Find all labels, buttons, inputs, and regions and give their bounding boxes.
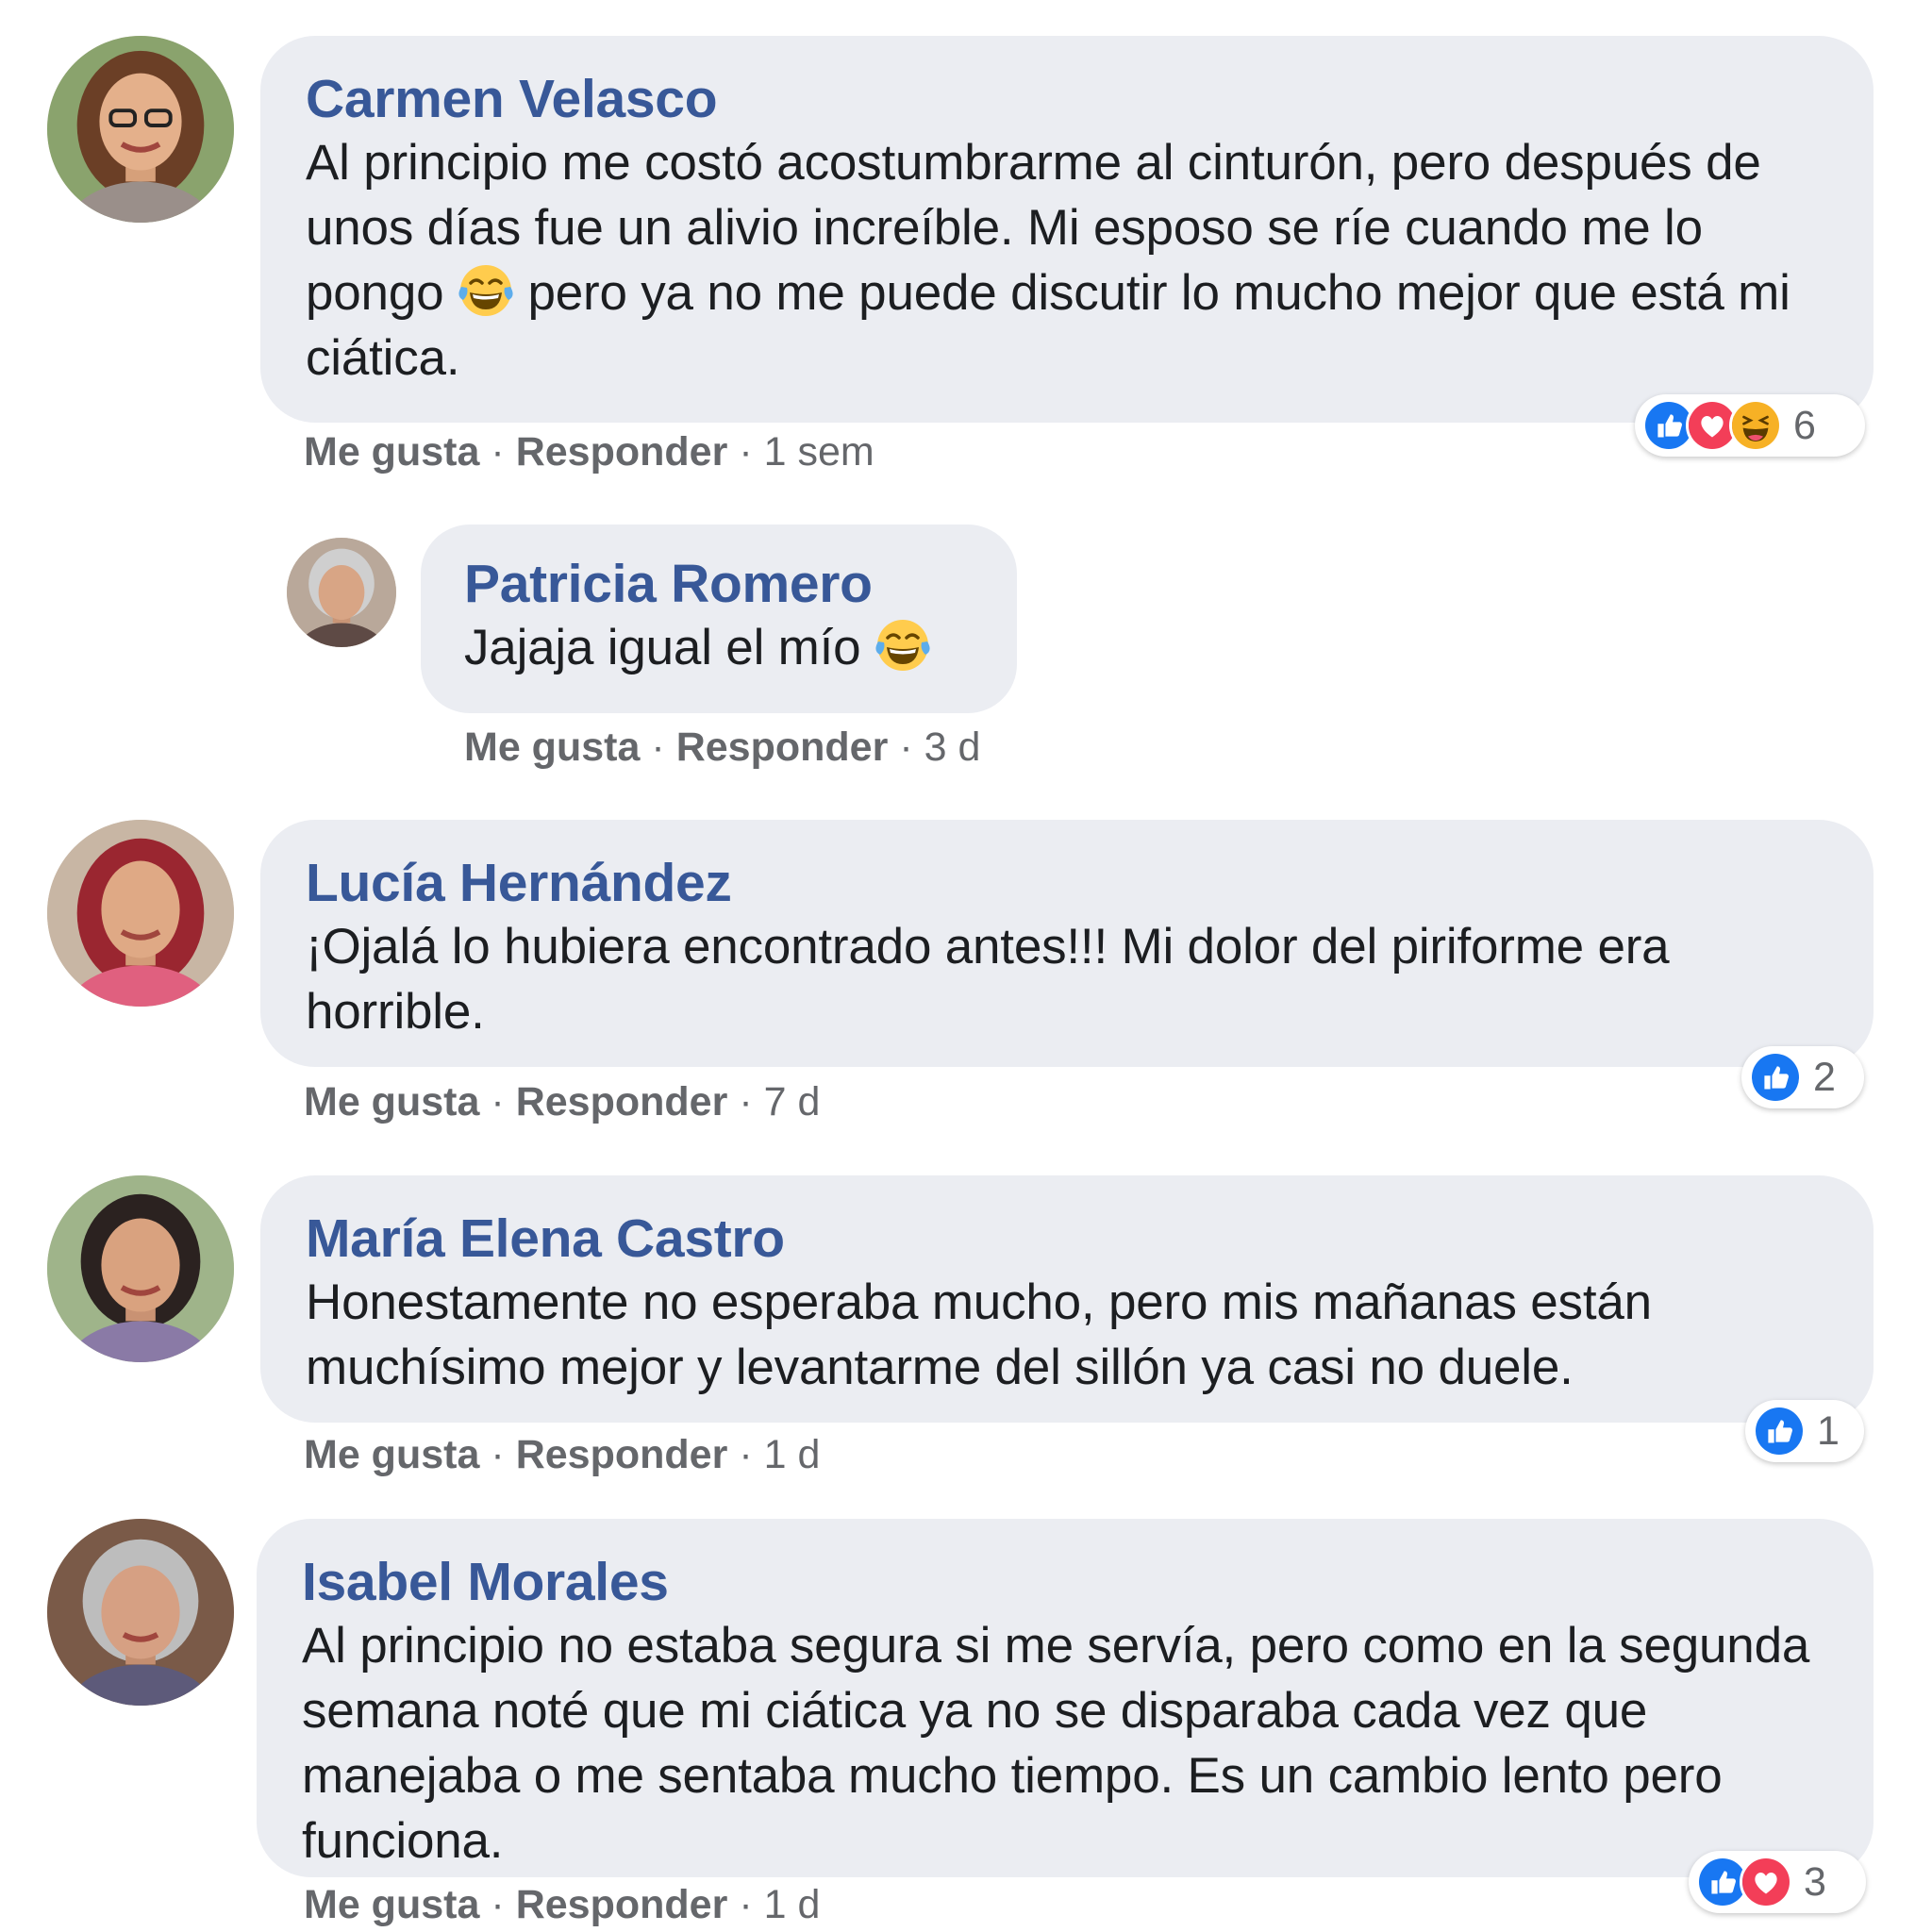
comment-time[interactable]: 1 d: [764, 1432, 821, 1477]
comment-actions: Me gusta · Responder · 1 sem: [304, 429, 874, 475]
comment-bubble: María Elena Castro Honestamente no esper…: [260, 1175, 1874, 1423]
author-name[interactable]: Patricia Romero: [464, 553, 974, 615]
comment-text-after: pero ya no me puede discutir lo mucho me…: [306, 265, 1790, 386]
comment-time[interactable]: 3 d: [924, 724, 981, 770]
author-name[interactable]: Lucía Hernández: [306, 852, 1828, 914]
like-button[interactable]: Me gusta: [304, 1432, 479, 1477]
like-button[interactable]: Me gusta: [304, 1882, 479, 1927]
reply-button[interactable]: Responder: [516, 1432, 728, 1477]
like-icon: [1753, 1405, 1806, 1457]
reaction-summary[interactable]: 1: [1745, 1400, 1864, 1462]
reaction-count: 6: [1793, 402, 1816, 448]
comment-text-before: Jajaja igual el mío: [464, 620, 861, 675]
comment-time[interactable]: 1 sem: [764, 429, 874, 475]
love-icon: [1740, 1856, 1792, 1908]
comment-actions: Me gusta · Responder · 1 d: [304, 1882, 821, 1927]
reply-button[interactable]: Responder: [676, 724, 889, 770]
author-name[interactable]: Carmen Velasco: [306, 68, 1828, 130]
reply-button[interactable]: Responder: [516, 1079, 728, 1124]
haha-icon: [1729, 399, 1782, 452]
comment-actions: Me gusta · Responder · 7 d: [304, 1079, 821, 1124]
comment-bubble: Lucía Hernández ¡Ojalá lo hubiera encont…: [260, 820, 1874, 1067]
comment-bubble: Isabel Morales Al principio no estaba se…: [257, 1519, 1874, 1877]
reaction-count: 3: [1804, 1858, 1826, 1905]
comment-actions: Me gusta · Responder · 3 d: [464, 724, 981, 770]
comment-time[interactable]: 1 d: [764, 1882, 821, 1927]
comment-text: Al principio no estaba segura si me serv…: [302, 1618, 1810, 1869]
reaction-summary[interactable]: 6: [1635, 394, 1865, 457]
joy-emoji: [458, 262, 514, 319]
reaction-summary[interactable]: 2: [1741, 1046, 1864, 1108]
comment-text: Al principio me costó acostumbrarme al c…: [306, 130, 1828, 391]
comment-text: Jajaja igual el mío: [464, 615, 974, 680]
author-name[interactable]: María Elena Castro: [306, 1208, 1828, 1270]
like-button[interactable]: Me gusta: [304, 429, 479, 475]
comment-text: ¡Ojalá lo hubiera encontrado antes!!! Mi…: [306, 919, 1670, 1040]
like-button[interactable]: Me gusta: [464, 724, 640, 770]
comment-actions: Me gusta · Responder · 1 d: [304, 1432, 821, 1477]
comment-time[interactable]: 7 d: [764, 1079, 821, 1124]
comment-text: Honestamente no esperaba mucho, pero mis…: [306, 1274, 1652, 1395]
avatar[interactable]: [47, 36, 234, 223]
reaction-count: 2: [1813, 1054, 1836, 1100]
joy-emoji: [874, 617, 931, 674]
avatar[interactable]: [47, 1175, 234, 1362]
reaction-summary[interactable]: 3: [1689, 1851, 1866, 1913]
reply-button[interactable]: Responder: [516, 429, 728, 475]
reply-button[interactable]: Responder: [516, 1882, 728, 1927]
author-name[interactable]: Isabel Morales: [302, 1551, 1828, 1613]
avatar[interactable]: [47, 820, 234, 1007]
avatar[interactable]: [287, 538, 396, 647]
reaction-count: 1: [1817, 1407, 1840, 1454]
like-icon: [1749, 1051, 1802, 1104]
like-button[interactable]: Me gusta: [304, 1079, 479, 1124]
comment-bubble: Carmen Velasco Al principio me costó aco…: [260, 36, 1874, 423]
avatar[interactable]: [47, 1519, 234, 1706]
comment-bubble: Patricia Romero Jajaja igual el mío: [421, 525, 1017, 713]
